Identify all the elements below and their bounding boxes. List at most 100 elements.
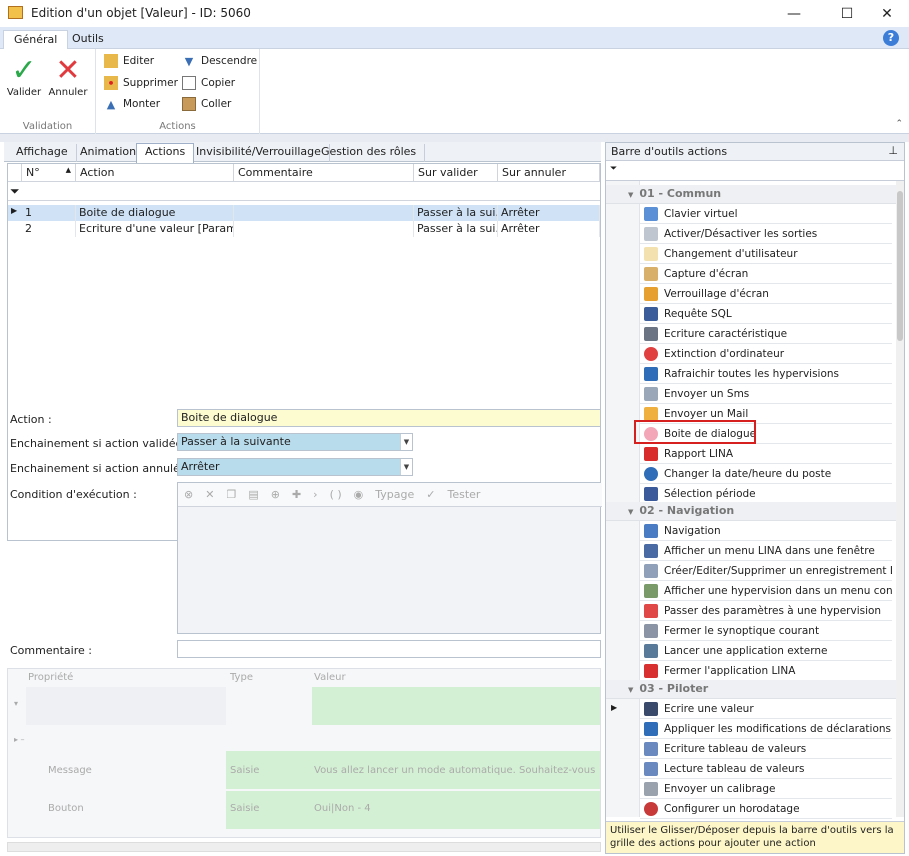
list-item[interactable]: Afficher une hypervision dans un menu co… xyxy=(640,581,892,601)
col-header-commentaire[interactable]: Commentaire xyxy=(234,164,414,182)
table-row[interactable]: ▶ 1 Boite de dialogue Passer à la sui… A… xyxy=(8,205,600,221)
collapse-ribbon-icon[interactable]: ⌃ xyxy=(895,119,903,129)
list-item[interactable]: Configurer un horodatage xyxy=(640,799,892,819)
navigation-arrow-icon xyxy=(644,523,658,538)
action-field[interactable]: Boite de dialogue xyxy=(177,409,601,427)
list-item[interactable]: Ecriture tableau de valeurs xyxy=(640,739,892,759)
prop-bouton-value[interactable]: Oui|Non - 4 xyxy=(314,803,371,814)
condition-editor[interactable]: ⊗ ✕ ❐ ▤ ⊕ ✚ › ( ) ◉ Typage ✓ Tester xyxy=(177,482,602,634)
close-button[interactable]: ✕ xyxy=(864,0,909,27)
check-icon[interactable]: ✓ xyxy=(426,488,435,501)
plus-icon[interactable]: ✚ xyxy=(292,488,301,501)
tab-invisibilite[interactable]: Invisibilité/Verrouillage xyxy=(188,144,330,162)
add-circle-icon[interactable]: ⊕ xyxy=(271,488,280,501)
coller-button[interactable]: Coller xyxy=(182,94,231,114)
list-item[interactable]: Ecrire une valeur xyxy=(640,699,892,719)
horizontal-scrollbar[interactable] xyxy=(7,842,601,852)
pin-icon[interactable]: ⊥ xyxy=(888,144,898,157)
editer-button[interactable]: Editer xyxy=(104,51,154,71)
list-item[interactable]: Requête SQL xyxy=(640,304,892,324)
collapse-icon[interactable]: ▼ xyxy=(628,191,633,199)
list-item[interactable]: Envoyer un calibrage xyxy=(640,779,892,799)
left-pane: Affichage Animation Actions Invisibilité… xyxy=(4,142,602,854)
list-item[interactable]: Envoyer un Sms xyxy=(640,384,892,404)
monter-button[interactable]: ▲ Monter xyxy=(104,94,160,114)
eye-icon[interactable]: ◉ xyxy=(354,488,364,501)
list-item[interactable]: Rapport LINA xyxy=(640,444,892,464)
tab-gestion-roles[interactable]: Gestion des rôles xyxy=(313,144,426,162)
filter-icon[interactable]: ⏷ xyxy=(10,184,20,199)
row-indicator-header xyxy=(8,164,22,182)
keyboard-icon xyxy=(644,206,658,221)
clear-icon[interactable]: ⊗ xyxy=(184,488,193,501)
category-navigation[interactable]: ▼ 02 - Navigation xyxy=(606,502,896,521)
comment-field[interactable] xyxy=(177,640,601,658)
filter-row[interactable]: ⏷ xyxy=(8,182,600,201)
chevron-right-icon[interactable]: › xyxy=(313,488,317,501)
vertical-scrollbar[interactable] xyxy=(896,181,904,817)
list-item[interactable]: Navigation xyxy=(640,521,892,541)
cancel-dropdown[interactable]: Arrêter ▼ xyxy=(177,458,413,476)
supprimer-button[interactable]: • Supprimer xyxy=(104,73,178,93)
collapse-icon[interactable]: ▼ xyxy=(628,686,633,694)
table-row[interactable]: 2 Ecriture d'une valeur [Paramèt… Passer… xyxy=(8,221,600,237)
list-item[interactable]: Verrouillage d'écran xyxy=(640,284,892,304)
tab-general[interactable]: Général xyxy=(3,30,69,49)
expand-icon[interactable]: ▾ xyxy=(14,699,18,708)
list-item[interactable]: Passer des paramètres à une hypervision xyxy=(640,601,892,621)
delete-icon[interactable]: ✕ xyxy=(205,488,214,501)
list-item[interactable]: Ecriture caractéristique xyxy=(640,324,892,344)
paste-icon[interactable]: ▤ xyxy=(248,488,258,501)
chevron-down-icon[interactable]: ▼ xyxy=(400,434,412,450)
copy-icon[interactable]: ❐ xyxy=(226,488,236,501)
list-item[interactable]: Sélection période xyxy=(640,484,892,504)
typage-button[interactable]: Typage xyxy=(375,488,414,501)
category-commun[interactable]: ▼ 01 - Commun xyxy=(606,185,896,204)
list-item[interactable]: Rafraichir toutes les hypervisions xyxy=(640,364,892,384)
list-item[interactable]: Changer la date/heure du poste xyxy=(640,464,892,484)
exit-icon xyxy=(644,663,658,678)
list-item[interactable]: Afficher un menu LINA dans une fenêtre xyxy=(640,541,892,561)
list-item[interactable]: Lancer une application externe xyxy=(640,641,892,661)
valider-button[interactable]: ✓ Valider xyxy=(4,53,44,99)
list-item[interactable]: Activer/Désactiver les sorties xyxy=(640,224,892,244)
expand-icon[interactable]: ▸ – xyxy=(14,735,25,744)
list-item[interactable]: Capture d'écran xyxy=(640,264,892,284)
list-item[interactable]: Lecture tableau de valeurs xyxy=(640,759,892,779)
list-item[interactable]: Changement d'utilisateur xyxy=(640,244,892,264)
list-item[interactable]: Créer/Editer/Supprimer un enregistrement… xyxy=(640,561,892,581)
help-icon[interactable]: ? xyxy=(883,30,899,46)
copier-button[interactable]: Copier xyxy=(182,73,235,93)
collapse-icon[interactable]: ▼ xyxy=(628,508,633,516)
toolbar-filter-row[interactable]: ⏷ xyxy=(606,161,904,181)
descendre-button[interactable]: ▼ Descendre xyxy=(182,51,257,71)
toolbar-panel-header: Barre d'outils actions ⊥ xyxy=(606,143,904,161)
parentheses-icon[interactable]: ( ) xyxy=(330,488,342,501)
category-piloter[interactable]: ▼ 03 - Piloter xyxy=(606,680,896,699)
prop-message-value[interactable]: Vous allez lancer un mode automatique. S… xyxy=(314,765,598,776)
valid-dropdown-value: Passer à la suivante xyxy=(181,435,291,448)
minimize-button[interactable]: — xyxy=(771,0,817,27)
tab-outils[interactable]: Outils xyxy=(62,30,114,49)
list-item[interactable]: Extinction d'ordinateur xyxy=(640,344,892,364)
annuler-button[interactable]: ✕ Annuler xyxy=(48,53,88,99)
tab-affichage[interactable]: Affichage xyxy=(8,144,77,162)
tab-actions[interactable]: Actions xyxy=(136,143,195,163)
row-gutter xyxy=(606,181,640,817)
list-item[interactable]: Fermer le synoptique courant xyxy=(640,621,892,641)
prop-value-cell[interactable] xyxy=(312,687,600,725)
list-item[interactable]: Appliquer les modifications de déclarati… xyxy=(640,719,892,739)
chevron-down-icon[interactable]: ▼ xyxy=(400,459,412,475)
list-item[interactable]: Clavier virtuel xyxy=(640,204,892,224)
filter-icon[interactable]: ⏷ xyxy=(610,164,617,174)
tab-animation[interactable]: Animation xyxy=(72,144,146,162)
col-header-sur-valider[interactable]: Sur valider xyxy=(414,164,498,182)
col-header-n[interactable]: N° ▲ xyxy=(22,164,76,182)
scrollbar-thumb[interactable] xyxy=(897,191,903,341)
property-grid: Propriété Type Valeur ▾ ▸ – Message Sais… xyxy=(7,668,601,838)
col-header-action[interactable]: Action xyxy=(76,164,234,182)
valid-dropdown[interactable]: Passer à la suivante ▼ xyxy=(177,433,413,451)
col-header-sur-annuler[interactable]: Sur annuler xyxy=(498,164,600,182)
list-item[interactable]: Fermer l'application LINA xyxy=(640,661,892,681)
tester-button[interactable]: Tester xyxy=(447,488,480,501)
